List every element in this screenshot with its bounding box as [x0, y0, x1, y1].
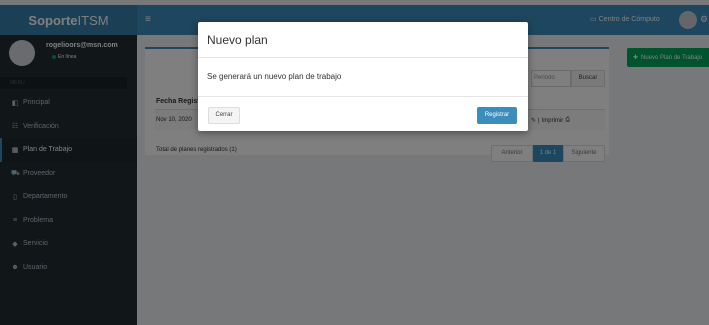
register-button[interactable]: Registrar [477, 107, 517, 124]
new-plan-modal: Nuevo plan Se generará un nuevo plan de … [198, 22, 528, 131]
modal-header: Nuevo plan [198, 22, 528, 58]
modal-title: Nuevo plan [207, 33, 268, 47]
modal-footer: Cerrar Registrar [198, 96, 528, 131]
modal-body-text: Se generará un nuevo plan de trabajo [207, 72, 342, 81]
close-button[interactable]: Cerrar [208, 107, 240, 124]
